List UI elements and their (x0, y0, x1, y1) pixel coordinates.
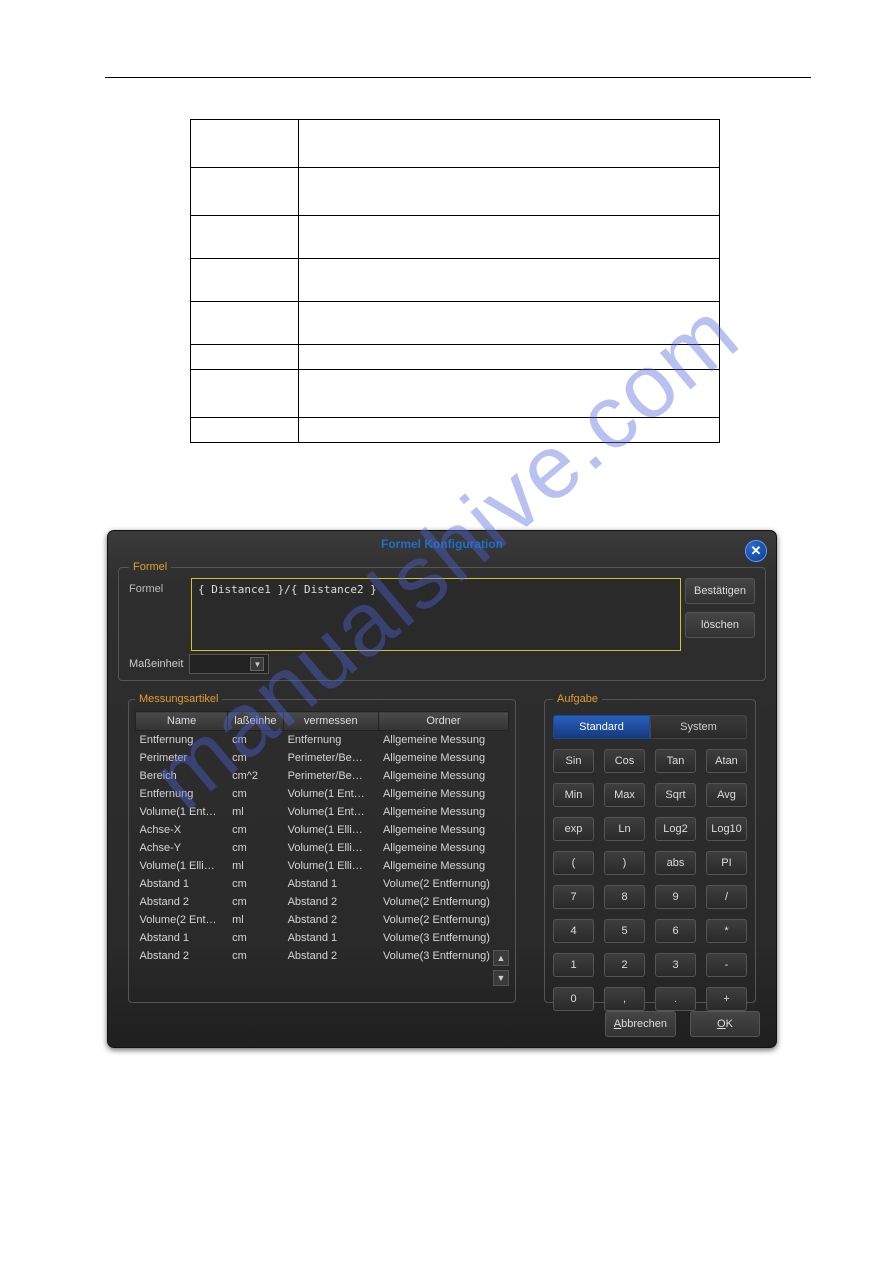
column-header[interactable]: vermessen (283, 712, 378, 731)
key-Log2[interactable]: Log2 (655, 817, 696, 841)
column-header[interactable]: Name (136, 712, 228, 731)
key-exp[interactable]: exp (553, 817, 594, 841)
dialog-title: Formel Konfiguration (108, 531, 776, 555)
page-header-rule (105, 77, 811, 78)
formel-group: Formel Formel Bestätigen löschen Maßeinh… (118, 561, 766, 681)
formula-config-dialog: Formel Konfiguration ✕ Formel Formel Bes… (107, 530, 777, 1048)
key-sym[interactable]: + (706, 987, 747, 1011)
table-row[interactable]: Abstand 2cmAbstand 2Volume(3 Entfernung) (136, 947, 509, 965)
key-sym[interactable]: , (604, 987, 645, 1011)
key-1[interactable]: 1 (553, 953, 594, 977)
cancel-button[interactable]: Abbrechen (605, 1011, 676, 1037)
key-3[interactable]: 3 (655, 953, 696, 977)
table-row[interactable]: Achse-XcmVolume(1 Elli…Allgemeine Messun… (136, 821, 509, 839)
scroll-down-button[interactable]: ▼ (493, 970, 509, 986)
key-8[interactable]: 8 (604, 885, 645, 909)
table-row[interactable]: Achse-YcmVolume(1 Elli…Allgemeine Messun… (136, 839, 509, 857)
table-row (191, 345, 720, 370)
table-row (191, 418, 720, 443)
clear-button[interactable]: löschen (685, 612, 755, 638)
key-9[interactable]: 9 (655, 885, 696, 909)
close-icon: ✕ (751, 543, 762, 558)
key-5[interactable]: 5 (604, 919, 645, 943)
measurement-items-group: Messungsartikel NamelaßeinhevermessenOrd… (128, 693, 516, 1003)
key-PI[interactable]: PI (706, 851, 747, 875)
key-Tan[interactable]: Tan (655, 749, 696, 773)
key-4[interactable]: 4 (553, 919, 594, 943)
key-abs[interactable]: abs (655, 851, 696, 875)
table-row[interactable]: EntfernungcmEntfernungAllgemeine Messung (136, 731, 509, 750)
key-Min[interactable]: Min (553, 783, 594, 807)
key-Ln[interactable]: Ln (604, 817, 645, 841)
definition-table (190, 119, 720, 443)
key-sym[interactable]: ( (553, 851, 594, 875)
formel-label: Formel (129, 583, 163, 595)
task-legend: Aufgabe (553, 693, 602, 705)
keypad: Sin Cos Tan Atan Min Max Sqrt Avg exp Ln Log2 Log10… (553, 749, 747, 1011)
table-row[interactable]: Volume(1 Ent…mlVolume(1 Ent…Allgemeine M… (136, 803, 509, 821)
key-Sin[interactable]: Sin (553, 749, 594, 773)
table-row[interactable]: PerimetercmPerimeter/Be…Allgemeine Messu… (136, 749, 509, 767)
key-sym[interactable]: - (706, 953, 747, 977)
table-row[interactable]: Abstand 1cmAbstand 1Volume(3 Entfernung) (136, 929, 509, 947)
tab-standard[interactable]: Standard (553, 715, 650, 739)
measurement-table[interactable]: NamelaßeinhevermessenOrdner Entfernungcm… (135, 711, 509, 965)
ok-button[interactable]: OK (690, 1011, 760, 1037)
key-Avg[interactable]: Avg (706, 783, 747, 807)
key-sym[interactable]: . (655, 987, 696, 1011)
table-row (191, 120, 720, 168)
table-row[interactable]: Abstand 1cmAbstand 1Volume(2 Entfernung) (136, 875, 509, 893)
column-header[interactable]: Ordner (378, 712, 508, 731)
table-row (191, 216, 720, 259)
key-7[interactable]: 7 (553, 885, 594, 909)
tab-system[interactable]: System (650, 715, 747, 739)
table-row (191, 370, 720, 418)
table-row (191, 259, 720, 302)
table-row[interactable]: EntfernungcmVolume(1 Ent…Allgemeine Mess… (136, 785, 509, 803)
key-sym[interactable]: ) (604, 851, 645, 875)
key-Log10[interactable]: Log10 (706, 817, 747, 841)
key-2[interactable]: 2 (604, 953, 645, 977)
table-row (191, 168, 720, 216)
table-row[interactable]: Volume(2 Ent…mlAbstand 2Volume(2 Entfern… (136, 911, 509, 929)
table-row (191, 302, 720, 345)
table-row[interactable]: Bereichcm^2Perimeter/Be…Allgemeine Messu… (136, 767, 509, 785)
column-header[interactable]: laßeinhe (228, 712, 283, 731)
task-group: Aufgabe Standard System Sin Cos Tan Atan Min… (544, 693, 756, 1003)
unit-select[interactable]: ▼ (189, 654, 269, 674)
close-button[interactable]: ✕ (745, 540, 767, 562)
key-Atan[interactable]: Atan (706, 749, 747, 773)
key-sym[interactable]: / (706, 885, 747, 909)
key-Sqrt[interactable]: Sqrt (655, 783, 696, 807)
key-6[interactable]: 6 (655, 919, 696, 943)
measurement-legend: Messungsartikel (135, 693, 222, 705)
key-0[interactable]: 0 (553, 987, 594, 1011)
scroll-up-button[interactable]: ▲ (493, 950, 509, 966)
unit-label: Maßeinheit (129, 658, 183, 670)
formel-textarea[interactable] (191, 578, 681, 651)
table-row[interactable]: Volume(1 Elli…mlVolume(1 Elli…Allgemeine… (136, 857, 509, 875)
formel-legend: Formel (129, 561, 171, 573)
chevron-down-icon: ▼ (250, 657, 264, 671)
confirm-button[interactable]: Bestätigen (685, 578, 755, 604)
table-row[interactable]: Abstand 2cmAbstand 2Volume(2 Entfernung) (136, 893, 509, 911)
key-sym[interactable]: * (706, 919, 747, 943)
key-Max[interactable]: Max (604, 783, 645, 807)
key-Cos[interactable]: Cos (604, 749, 645, 773)
